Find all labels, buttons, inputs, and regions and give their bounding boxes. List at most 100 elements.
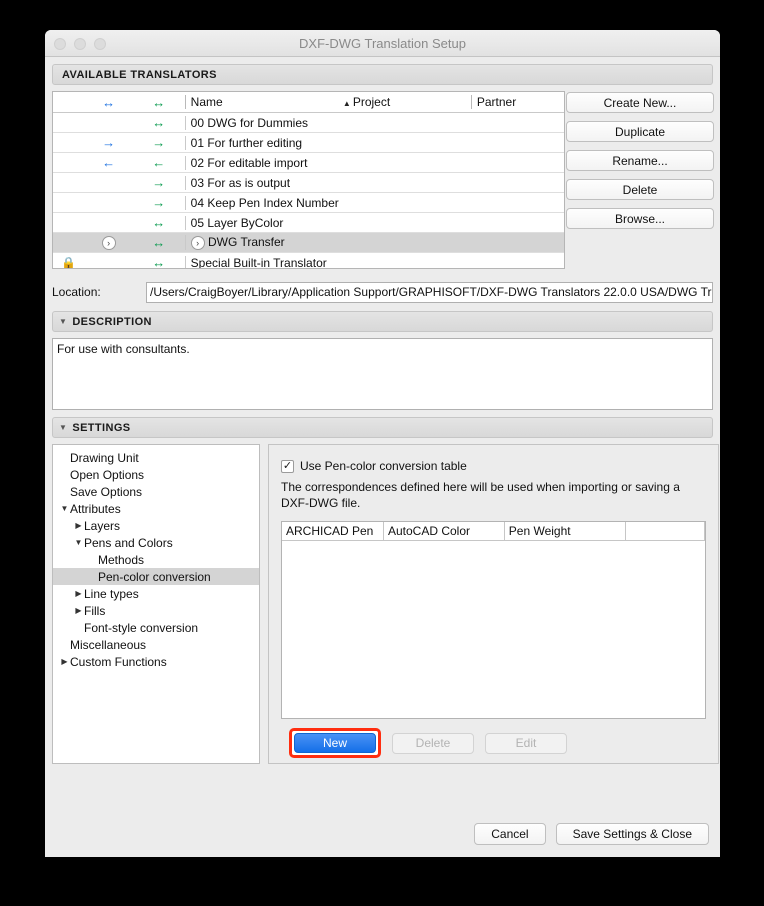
settings-tree[interactable]: ▶Drawing Unit▶Open Options▶Save Options▼… — [52, 444, 260, 764]
save-settings-close-button[interactable]: Save Settings & Close — [555, 823, 709, 845]
sidebar-item-font-style-conversion[interactable]: ▶Font-style conversion — [53, 619, 259, 636]
table-row[interactable]: → → 01 For further editing — [53, 133, 564, 153]
translator-name: 01 For further editing — [184, 135, 341, 150]
cancel-button[interactable]: Cancel — [474, 823, 546, 845]
sidebar-item-label: Font-style conversion — [84, 620, 199, 635]
col-name-header[interactable]: Name — [184, 95, 341, 109]
settings-header[interactable]: ▼ SETTINGS — [52, 417, 713, 438]
tree-spacer: ▶ — [87, 572, 98, 581]
table-row[interactable]: ← ← 02 For editable import — [53, 153, 564, 173]
table-row[interactable]: 🔒 ↔ Special Built-in Translator — [53, 253, 564, 269]
pen-table-actions: New Delete Edit — [281, 728, 706, 758]
pen-conversion-table-header: ARCHICAD Pen AutoCAD Color Pen Weight — [282, 522, 705, 541]
sidebar-item-miscellaneous[interactable]: ▶Miscellaneous — [53, 636, 259, 653]
description-header[interactable]: ▼ DESCRIPTION — [52, 311, 713, 332]
direction-b-icon: ↔ — [152, 115, 166, 130]
sidebar-item-label: Save Options — [70, 484, 143, 499]
zoom-button-icon[interactable] — [94, 38, 106, 50]
minimize-button-icon[interactable] — [74, 38, 86, 50]
close-button-icon[interactable] — [54, 38, 66, 50]
chevron-right-icon[interactable]: ▶ — [59, 657, 70, 666]
col-direction-a-icon[interactable]: ↔ — [85, 95, 133, 110]
column-header[interactable]: Pen Weight — [505, 522, 626, 540]
sidebar-item-label: Methods — [98, 552, 145, 567]
translator-name: 03 For as is output — [184, 175, 341, 190]
chevron-down-icon[interactable]: ▼ — [73, 538, 84, 547]
translator-actions: Create New... Duplicate Rename... Delete… — [566, 92, 714, 229]
column-header[interactable]: AutoCAD Color — [384, 522, 505, 540]
chevron-down-icon[interactable]: ▼ — [59, 504, 70, 513]
window-title: DXF-DWG Translation Setup — [299, 36, 466, 51]
translators-list[interactable]: ↔ ↔ Name ▲ Project Partner ↔ 00 DWG for Du… — [52, 91, 565, 269]
description-label: DESCRIPTION — [72, 315, 152, 328]
sidebar-item-label: Attributes — [70, 501, 121, 516]
col-direction-b-icon[interactable]: ↔ — [133, 95, 185, 110]
chevron-down-icon: ▼ — [59, 316, 68, 326]
description-textarea[interactable]: For use with consultants. — [52, 338, 713, 410]
tree-spacer: ▶ — [59, 453, 70, 462]
sidebar-item-pens-and-colors[interactable]: ▼ Pens and Colors — [53, 534, 259, 551]
sidebar-item-label: Open Options — [70, 467, 145, 482]
browse-button[interactable]: Browse... — [566, 208, 714, 229]
new-button[interactable]: New — [294, 733, 376, 753]
col-partner-header[interactable]: Partner — [470, 95, 564, 109]
direction-b-icon: → — [152, 175, 166, 190]
sidebar-item-label: Drawing Unit — [70, 450, 139, 465]
edit-button: Edit — [485, 732, 567, 754]
sidebar-item-label: Miscellaneous — [70, 637, 147, 652]
row-expand-icon[interactable]: › — [190, 235, 205, 250]
settings-label: SETTINGS — [72, 421, 131, 434]
direction-a-icon: → — [102, 135, 116, 150]
table-row[interactable]: › ↔ › DWG Transfer — [53, 233, 564, 253]
direction-b-icon: ↔ — [152, 215, 166, 230]
table-row[interactable]: → 04 Keep Pen Index Number — [53, 193, 564, 213]
sidebar-item-layers[interactable]: ▶ Layers — [53, 517, 259, 534]
use-pen-color-table-checkbox[interactable]: ✓ — [281, 459, 294, 473]
pen-conversion-table[interactable]: ARCHICAD Pen AutoCAD Color Pen Weight — [281, 521, 706, 719]
row-expand-icon[interactable]: › — [85, 235, 133, 251]
direction-b-icon: ↔ — [152, 235, 166, 250]
col-project-header[interactable]: ▲ Project — [341, 95, 471, 109]
column-header[interactable] — [626, 522, 705, 540]
create-new-button[interactable]: Create New... — [566, 92, 714, 113]
column-header[interactable]: ARCHICAD Pen — [282, 522, 384, 540]
sidebar-item-save-options[interactable]: ▶Save Options — [53, 483, 259, 500]
chevron-right-icon[interactable]: ▶ — [73, 589, 84, 598]
direction-b-icon: ↔ — [152, 255, 166, 269]
sidebar-item-open-options[interactable]: ▶Open Options — [53, 466, 259, 483]
translator-name: 04 Keep Pen Index Number — [184, 195, 341, 210]
settings-body: ▶Drawing Unit▶Open Options▶Save Options▼… — [52, 444, 719, 764]
table-row[interactable]: ↔ 00 DWG for Dummies — [53, 113, 564, 133]
sidebar-item-label: Pen-color conversion — [98, 569, 211, 584]
tree-spacer: ▶ — [87, 555, 98, 564]
sidebar-item-custom-functions[interactable]: ▶ Custom Functions — [53, 653, 259, 670]
table-row[interactable]: → 03 For as is output — [53, 173, 564, 193]
delete-translator-button[interactable]: Delete — [566, 179, 714, 200]
rename-button[interactable]: Rename... — [566, 150, 714, 171]
tree-spacer: ▶ — [73, 623, 84, 632]
sidebar-item-drawing-unit[interactable]: ▶Drawing Unit — [53, 449, 259, 466]
use-pen-color-table-row[interactable]: ✓ Use Pen-color conversion table — [281, 459, 706, 473]
translator-name: 00 DWG for Dummies — [184, 115, 341, 130]
title-bar: DXF-DWG Translation Setup — [45, 30, 720, 57]
location-field[interactable]: /Users/CraigBoyer/Library/Application Su… — [146, 281, 713, 303]
sidebar-item-pen-color-conversion[interactable]: ▶Pen-color conversion — [53, 568, 259, 585]
table-row[interactable]: ↔ 05 Layer ByColor — [53, 213, 564, 233]
sidebar-item-label: Layers — [84, 518, 121, 533]
new-button-annotation: New — [289, 728, 381, 758]
sidebar-item-line-types[interactable]: ▶ Line types — [53, 585, 259, 602]
translator-name: 05 Layer ByColor — [184, 215, 341, 230]
use-pen-color-table-label: Use Pen-color conversion table — [300, 459, 467, 473]
location-row: Location: /Users/CraigBoyer/Library/Appl… — [52, 280, 713, 304]
dialog-footer: Cancel Save Settings & Close — [45, 811, 720, 857]
duplicate-button[interactable]: Duplicate — [566, 121, 714, 142]
tree-spacer: ▶ — [59, 487, 70, 496]
chevron-right-icon[interactable]: ▶ — [73, 521, 84, 530]
sidebar-item-fills[interactable]: ▶ Fills — [53, 602, 259, 619]
available-translators-header: AVAILABLE TRANSLATORS — [52, 64, 713, 85]
chevron-right-icon[interactable]: ▶ — [73, 606, 84, 615]
sidebar-item-attributes[interactable]: ▼ Attributes — [53, 500, 259, 517]
traffic-light-group — [54, 38, 106, 50]
available-translators-label: AVAILABLE TRANSLATORS — [62, 68, 217, 81]
sidebar-item-methods[interactable]: ▶Methods — [53, 551, 259, 568]
